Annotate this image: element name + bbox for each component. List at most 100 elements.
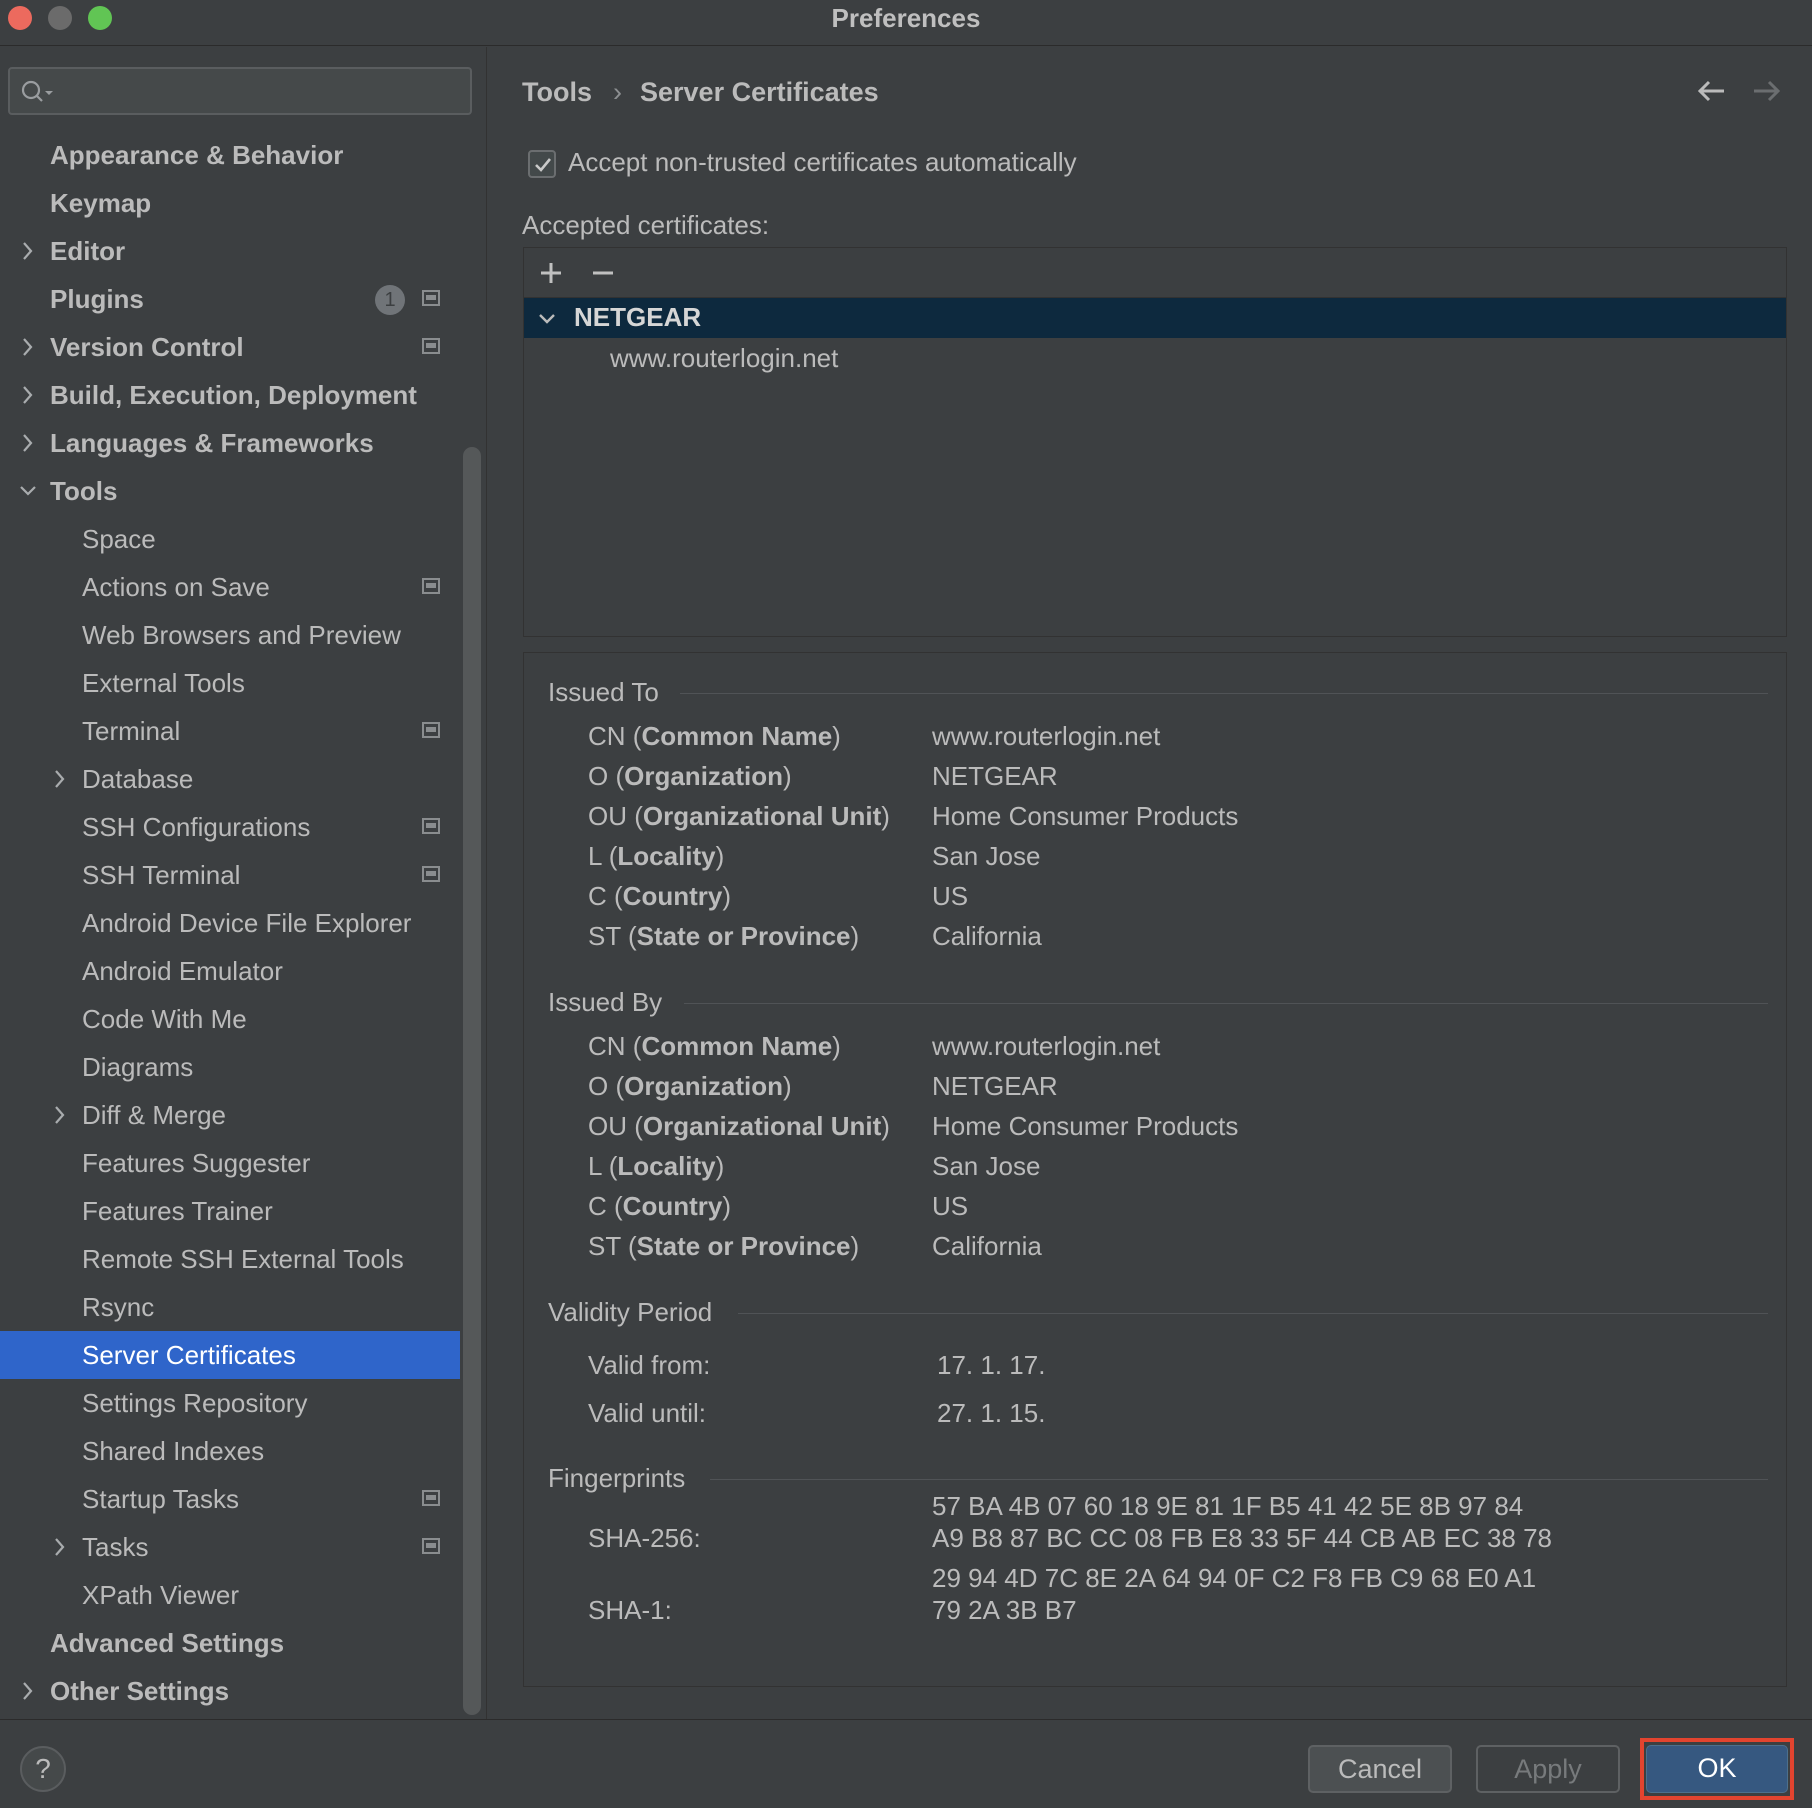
cancel-button[interactable]: Cancel xyxy=(1308,1745,1452,1793)
sidebar-item-database[interactable]: Database xyxy=(0,755,460,803)
sidebar-item-plugins[interactable]: Plugins 1 xyxy=(0,275,460,323)
project-level-icon xyxy=(422,290,440,306)
breadcrumb-separator: › xyxy=(613,77,622,107)
certificate-entry[interactable]: www.routerlogin.net xyxy=(610,343,838,374)
issued-by-field-value: California xyxy=(932,1231,1042,1261)
sidebar-item-code-with-me[interactable]: Code With Me xyxy=(0,995,460,1043)
project-level-icon xyxy=(422,722,440,738)
sidebar-item-version-control[interactable]: Version Control xyxy=(0,323,460,371)
sidebar-item-diff-and-merge[interactable]: Diff & Merge xyxy=(0,1091,460,1139)
sidebar-item-ssh-terminal[interactable]: SSH Terminal xyxy=(0,851,460,899)
field-name: Organizational Unit xyxy=(642,1111,882,1141)
chevron-down-icon[interactable] xyxy=(536,308,558,330)
field-abbreviation: O xyxy=(588,1071,609,1101)
sidebar-item-external-tools[interactable]: External Tools xyxy=(0,659,460,707)
sidebar-item-label: Actions on Save xyxy=(82,572,270,602)
sidebar-item-space[interactable]: Space xyxy=(0,515,460,563)
sidebar-item-features-suggester[interactable]: Features Suggester xyxy=(0,1139,460,1187)
certificate-details: Issued To CN (Common Name) www.routerlogi… xyxy=(523,652,1787,1687)
sidebar-item-startup-tasks[interactable]: Startup Tasks xyxy=(0,1475,460,1523)
sidebar-item-xpath-viewer[interactable]: XPath Viewer xyxy=(0,1571,460,1619)
sidebar-item-diagrams[interactable]: Diagrams xyxy=(0,1043,460,1091)
sidebar-item-web-browsers-and-preview[interactable]: Web Browsers and Preview xyxy=(0,611,460,659)
sidebar-item-tools[interactable]: Tools xyxy=(0,467,460,515)
sidebar-item-tasks[interactable]: Tasks xyxy=(0,1523,460,1571)
back-arrow-icon[interactable] xyxy=(1696,75,1728,107)
issued-to-field-label: C (Country) xyxy=(588,881,732,911)
issued-by-field-label: CN (Common Name) xyxy=(588,1031,841,1061)
sidebar-item-label: Features Suggester xyxy=(82,1148,311,1178)
checkmark-icon xyxy=(535,158,552,172)
forward-arrow-icon[interactable] xyxy=(1750,75,1782,107)
ok-button[interactable]: OK xyxy=(1646,1745,1788,1793)
sidebar-item-server-certificates[interactable]: Server Certificates xyxy=(0,1331,460,1379)
valid-from-value: 17. 1. 17. xyxy=(937,1350,1046,1380)
field-abbreviation: ST xyxy=(588,921,621,951)
project-level-icon xyxy=(422,818,440,834)
sidebar-item-remote-ssh-external-tools[interactable]: Remote SSH External Tools xyxy=(0,1235,460,1283)
chevron-right-icon[interactable] xyxy=(18,323,38,371)
chevron-right-icon[interactable] xyxy=(18,419,38,467)
sidebar-item-settings-repository[interactable]: Settings Repository xyxy=(0,1379,460,1427)
valid-from-label: Valid from: xyxy=(588,1350,711,1380)
sidebar-item-editor[interactable]: Editor xyxy=(0,227,460,275)
sidebar-item-appearance-and-behavior[interactable]: Appearance & Behavior xyxy=(0,131,460,179)
breadcrumb-parent[interactable]: Tools xyxy=(522,77,592,108)
minus-icon[interactable] xyxy=(588,258,618,288)
plus-icon[interactable] xyxy=(536,258,566,288)
sidebar-item-features-trainer[interactable]: Features Trainer xyxy=(0,1187,460,1235)
field-name: Locality xyxy=(617,1151,716,1181)
sidebar-item-label: Version Control xyxy=(50,332,244,362)
dialog-footer: ? Cancel Apply OK xyxy=(0,1719,1812,1808)
sidebar-scrollbar[interactable] xyxy=(463,447,481,1715)
chevron-right-icon[interactable] xyxy=(18,371,38,419)
sidebar-item-actions-on-save[interactable]: Actions on Save xyxy=(0,563,460,611)
sidebar-item-label: Rsync xyxy=(82,1292,155,1322)
field-abbreviation: CN xyxy=(588,1031,626,1061)
apply-button[interactable]: Apply xyxy=(1476,1745,1620,1793)
field-abbreviation: ST xyxy=(588,1231,621,1261)
chevron-right-icon[interactable] xyxy=(18,1667,38,1715)
search-input[interactable] xyxy=(8,67,472,115)
issued-to-field-label: OU (Organizational Unit) xyxy=(588,801,890,831)
issued-to-heading: Issued To xyxy=(548,677,1768,711)
accept-nontrusted-checkbox[interactable] xyxy=(528,150,556,178)
chevron-right-icon[interactable] xyxy=(18,227,38,275)
sha1-label: SHA-1: xyxy=(588,1595,672,1625)
sidebar-item-languages-and-frameworks[interactable]: Languages & Frameworks xyxy=(0,419,460,467)
issued-by-field-value: Home Consumer Products xyxy=(932,1111,1239,1141)
sidebar-item-build-execution-deployment[interactable]: Build, Execution, Deployment xyxy=(0,371,460,419)
sidebar-item-label: SSH Configurations xyxy=(82,812,311,842)
issued-by-field-label: C (Country) xyxy=(588,1191,732,1221)
issued-to-field-value: www.routerlogin.net xyxy=(932,721,1161,751)
sidebar-item-terminal[interactable]: Terminal xyxy=(0,707,460,755)
field-abbreviation: L xyxy=(588,841,602,871)
sidebar-item-keymap[interactable]: Keymap xyxy=(0,179,460,227)
sidebar-item-advanced-settings[interactable]: Advanced Settings xyxy=(0,1619,460,1667)
sidebar-item-label: Diagrams xyxy=(82,1052,194,1082)
sidebar-item-rsync[interactable]: Rsync xyxy=(0,1283,460,1331)
certificates-tree[interactable]: NETGEAR www.routerlogin.net xyxy=(523,247,1787,637)
sidebar-item-android-emulator[interactable]: Android Emulator xyxy=(0,947,460,995)
issued-by-field-value: www.routerlogin.net xyxy=(932,1031,1161,1061)
server-certificates-panel: Tools › Server Certificates Accept non-t… xyxy=(488,47,1812,1719)
certificate-group-row[interactable]: NETGEAR xyxy=(524,298,1786,338)
chevron-right-icon[interactable] xyxy=(50,755,70,803)
title-bar: Preferences xyxy=(0,0,1812,46)
certificates-toolbar xyxy=(524,248,1786,298)
settings-sidebar: Appearance & Behavior Keymap Editor Plugins… xyxy=(0,47,487,1719)
sidebar-item-label: Features Trainer xyxy=(82,1196,273,1226)
help-button[interactable]: ? xyxy=(20,1746,66,1792)
chevron-right-icon[interactable] xyxy=(50,1091,70,1139)
sidebar-item-other-settings[interactable]: Other Settings xyxy=(0,1667,460,1715)
sidebar-item-ssh-configurations[interactable]: SSH Configurations xyxy=(0,803,460,851)
sidebar-item-shared-indexes[interactable]: Shared Indexes xyxy=(0,1427,460,1475)
sidebar-item-android-device-file-explorer[interactable]: Android Device File Explorer xyxy=(0,899,460,947)
project-level-icon xyxy=(422,338,440,354)
sidebar-item-label: Plugins xyxy=(50,284,144,314)
accept-nontrusted-label[interactable]: Accept non-trusted certificates automati… xyxy=(568,147,1077,178)
field-name: Common Name xyxy=(641,1031,833,1061)
chevron-down-icon[interactable] xyxy=(18,467,38,515)
chevron-right-icon[interactable] xyxy=(50,1523,70,1571)
issued-by-field-value: US xyxy=(932,1191,969,1221)
